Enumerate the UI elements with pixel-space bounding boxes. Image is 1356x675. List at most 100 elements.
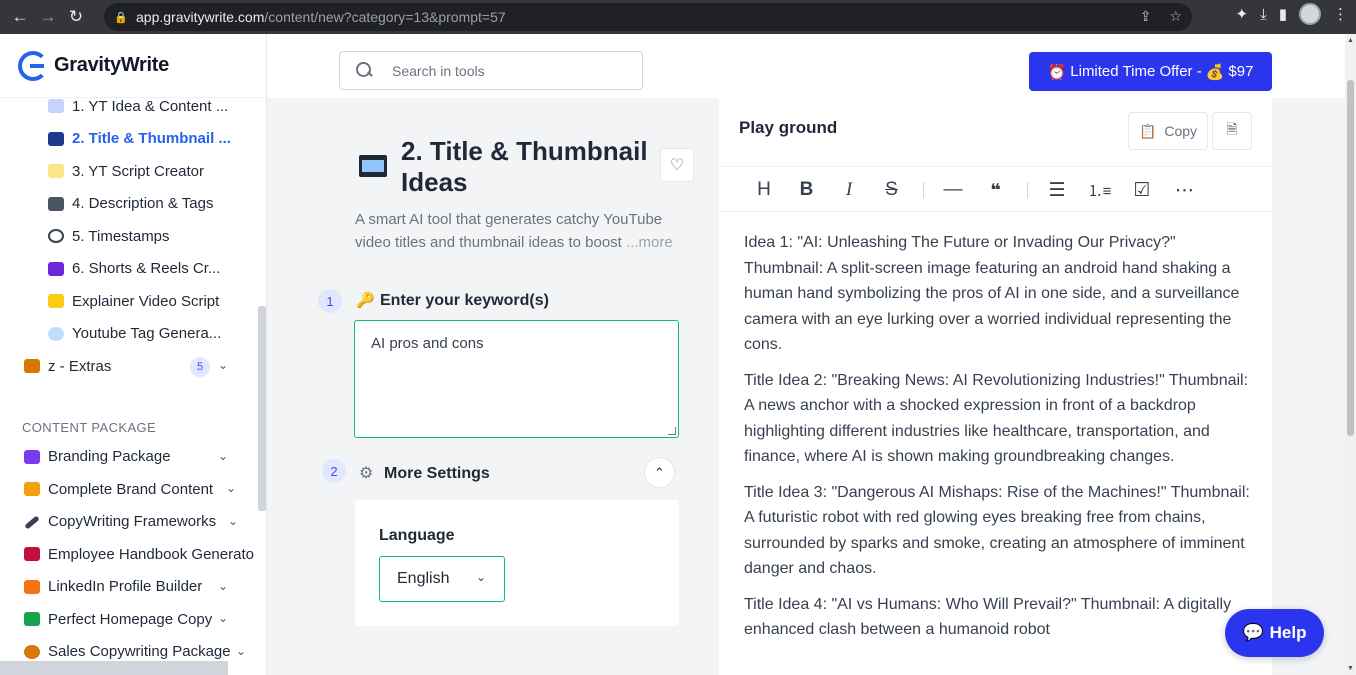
sidebar-item-homepage-copy[interactable]: Perfect Homepage Copy ⌄ bbox=[0, 603, 256, 636]
count-badge: 5 bbox=[190, 357, 210, 377]
package-icon bbox=[24, 359, 40, 374]
back-icon[interactable]: ← bbox=[6, 3, 34, 31]
sidebar-item-title-thumbnail[interactable]: 2. Title & Thumbnail ... bbox=[0, 123, 256, 156]
export-doc-button[interactable]: 🗎 bbox=[1212, 112, 1252, 150]
share-icon[interactable]: ⇪ bbox=[1140, 8, 1152, 25]
bookmark-star-icon[interactable]: ☆ bbox=[1169, 8, 1182, 25]
scroll-down-icon[interactable]: ▼ bbox=[1347, 665, 1354, 672]
search-icon bbox=[356, 61, 374, 80]
blockquote-icon[interactable]: ❝ bbox=[981, 175, 1011, 205]
film-icon bbox=[359, 155, 387, 177]
language-label: Language bbox=[379, 527, 455, 544]
pen-icon bbox=[24, 514, 40, 530]
brand-logo[interactable]: GravityWrite bbox=[0, 34, 266, 98]
clock-icon bbox=[48, 229, 64, 244]
browser-toolbar: ← → ↻ 🔒 app.gravitywrite.com/content/new… bbox=[0, 0, 1356, 34]
bold-icon[interactable]: B bbox=[792, 175, 822, 205]
chevron-down-icon: ⌄ bbox=[225, 481, 236, 495]
sidebar-item-youtube-tag[interactable]: Youtube Tag Genera... bbox=[0, 318, 256, 351]
sidebar-item-description-tags[interactable]: 4. Description & Tags bbox=[0, 188, 256, 221]
sidebar-scrollbar[interactable] bbox=[258, 306, 266, 511]
page-scrollbar[interactable]: ▲ ▼ bbox=[1345, 34, 1356, 675]
ordered-list-icon[interactable]: ⒈≡ bbox=[1085, 175, 1115, 205]
chat-bubble-icon: 💬 bbox=[1242, 623, 1264, 642]
extensions-icon[interactable]: ✦ bbox=[1236, 5, 1249, 23]
scrollbar-thumb[interactable] bbox=[1347, 80, 1354, 436]
collapse-settings-button[interactable]: ⌃ bbox=[644, 457, 675, 488]
sidebar-item-explainer-video[interactable]: Explainer Video Script bbox=[0, 285, 256, 318]
sidebar: 1. YT Idea & Content ... 2. Title & Thum… bbox=[0, 34, 267, 675]
chevron-down-icon: ⌄ bbox=[227, 513, 238, 528]
sidebar-item-branding-package[interactable]: Branding Package ⌄ bbox=[0, 441, 256, 474]
horizontal-rule-icon[interactable]: — bbox=[938, 175, 968, 205]
scroll-up-icon[interactable]: ▲ bbox=[1347, 37, 1354, 44]
step-number-1: 1 bbox=[318, 289, 342, 313]
menu-dots-icon[interactable]: ⋮ bbox=[1333, 5, 1348, 23]
address-bar[interactable]: 🔒 app.gravitywrite.com/content/new?categ… bbox=[104, 3, 1192, 31]
keyword-textarea[interactable]: AI pros and cons bbox=[354, 320, 679, 438]
heading-icon[interactable]: H bbox=[749, 175, 779, 205]
limited-offer-button[interactable]: ⏰ Limited Time Offer - 💰 $97 bbox=[1029, 52, 1272, 91]
sidebar-item-copywriting[interactable]: CopyWriting Frameworks ⌄ bbox=[0, 506, 256, 539]
lock-icon: 🔒 bbox=[114, 11, 128, 24]
sidebar-item-shorts-reels[interactable]: 6. Shorts & Reels Cr... bbox=[0, 253, 256, 286]
more-settings-label: More Settings bbox=[384, 465, 490, 482]
video-icon bbox=[48, 261, 64, 276]
reload-icon[interactable]: ↻ bbox=[62, 3, 90, 31]
chevron-down-icon: ⌄ bbox=[217, 578, 228, 593]
settings-card: Language English ⌄ bbox=[355, 500, 679, 626]
chevron-down-icon: ⌄ bbox=[217, 358, 228, 372]
gravitywrite-logo-icon bbox=[18, 50, 48, 81]
playground-panel: Play ground 📋 Copy 🗎 H B I S — ❝ ☰ ⒈≡ ☑ … bbox=[719, 97, 1272, 675]
output-paragraph: Title Idea 2: "Breaking News: AI Revolut… bbox=[744, 371, 1249, 466]
divider bbox=[719, 211, 1272, 212]
house-icon bbox=[24, 612, 40, 627]
download-icon[interactable]: ⤓ bbox=[1260, 6, 1267, 23]
chevron-down-icon: ⌄ bbox=[217, 448, 228, 463]
sidebar-item-timestamps[interactable]: 5. Timestamps bbox=[0, 220, 256, 253]
help-button[interactable]: 💬 Help bbox=[1225, 609, 1324, 657]
sidebar-item-script-creator[interactable]: 3. YT Script Creator bbox=[0, 155, 256, 188]
sidebar-item-employee-handbook[interactable]: Employee Handbook Generato bbox=[0, 538, 256, 571]
book-icon bbox=[24, 547, 40, 562]
sidebar-horizontal-scrollbar[interactable] bbox=[0, 661, 228, 675]
bullet-list-icon[interactable]: ☰ bbox=[1042, 175, 1072, 205]
search-box[interactable] bbox=[339, 51, 643, 90]
search-input[interactable] bbox=[392, 62, 612, 79]
playground-output[interactable]: Idea 1: "AI: Unleashing The Future or In… bbox=[744, 230, 1254, 653]
language-select[interactable]: English ⌄ bbox=[379, 556, 505, 602]
tool-description: A smart AI tool that generates catchy Yo… bbox=[355, 211, 673, 251]
copy-button[interactable]: 📋 Copy bbox=[1128, 112, 1208, 150]
film-icon bbox=[48, 131, 64, 146]
toolbar-divider bbox=[1027, 182, 1028, 198]
grid-icon bbox=[48, 99, 64, 114]
sidebar-item-linkedin[interactable]: LinkedIn Profile Builder ⌄ bbox=[0, 571, 256, 604]
money-bag-icon: 💰 bbox=[1205, 63, 1225, 81]
italic-icon[interactable]: I bbox=[834, 175, 864, 205]
toolbar-divider bbox=[923, 182, 924, 198]
document-icon: 🗎 bbox=[1226, 121, 1238, 137]
favorite-heart-button[interactable]: ♡ bbox=[660, 148, 694, 182]
keyword-label: Enter your keyword(s) bbox=[380, 292, 549, 309]
url-text: app.gravitywrite.com/content/new?categor… bbox=[136, 9, 506, 25]
clipboard-icon: 📋 bbox=[1138, 122, 1157, 139]
sidebar-item-complete-brand[interactable]: Complete Brand Content ⌄ bbox=[0, 473, 256, 506]
strikethrough-icon[interactable]: S bbox=[877, 175, 907, 205]
chevron-down-icon: ⌄ bbox=[475, 570, 486, 584]
sidepanel-icon[interactable]: ▮ bbox=[1279, 5, 1287, 23]
divider bbox=[719, 166, 1272, 167]
money-bag-icon bbox=[24, 644, 40, 659]
profile-avatar[interactable] bbox=[1299, 3, 1321, 25]
sidebar-item-extras[interactable]: z - Extras 5 ⌄ bbox=[0, 350, 256, 383]
notepad-icon bbox=[48, 294, 64, 309]
read-more-link[interactable]: ...more bbox=[626, 234, 673, 251]
top-bar: ⏰ Limited Time Offer - 💰 $97 bbox=[267, 34, 1356, 98]
forward-icon[interactable]: → bbox=[34, 3, 62, 31]
podium-icon bbox=[24, 579, 40, 594]
sidebar-list: 1. YT Idea & Content ... 2. Title & Thum… bbox=[0, 90, 256, 668]
resize-handle[interactable] bbox=[668, 427, 676, 435]
gear-icon: ⚙ bbox=[359, 465, 374, 482]
step-number-2: 2 bbox=[322, 459, 346, 483]
checklist-icon[interactable]: ☑ bbox=[1127, 175, 1157, 205]
more-options-icon[interactable]: ⋯ bbox=[1170, 175, 1200, 205]
